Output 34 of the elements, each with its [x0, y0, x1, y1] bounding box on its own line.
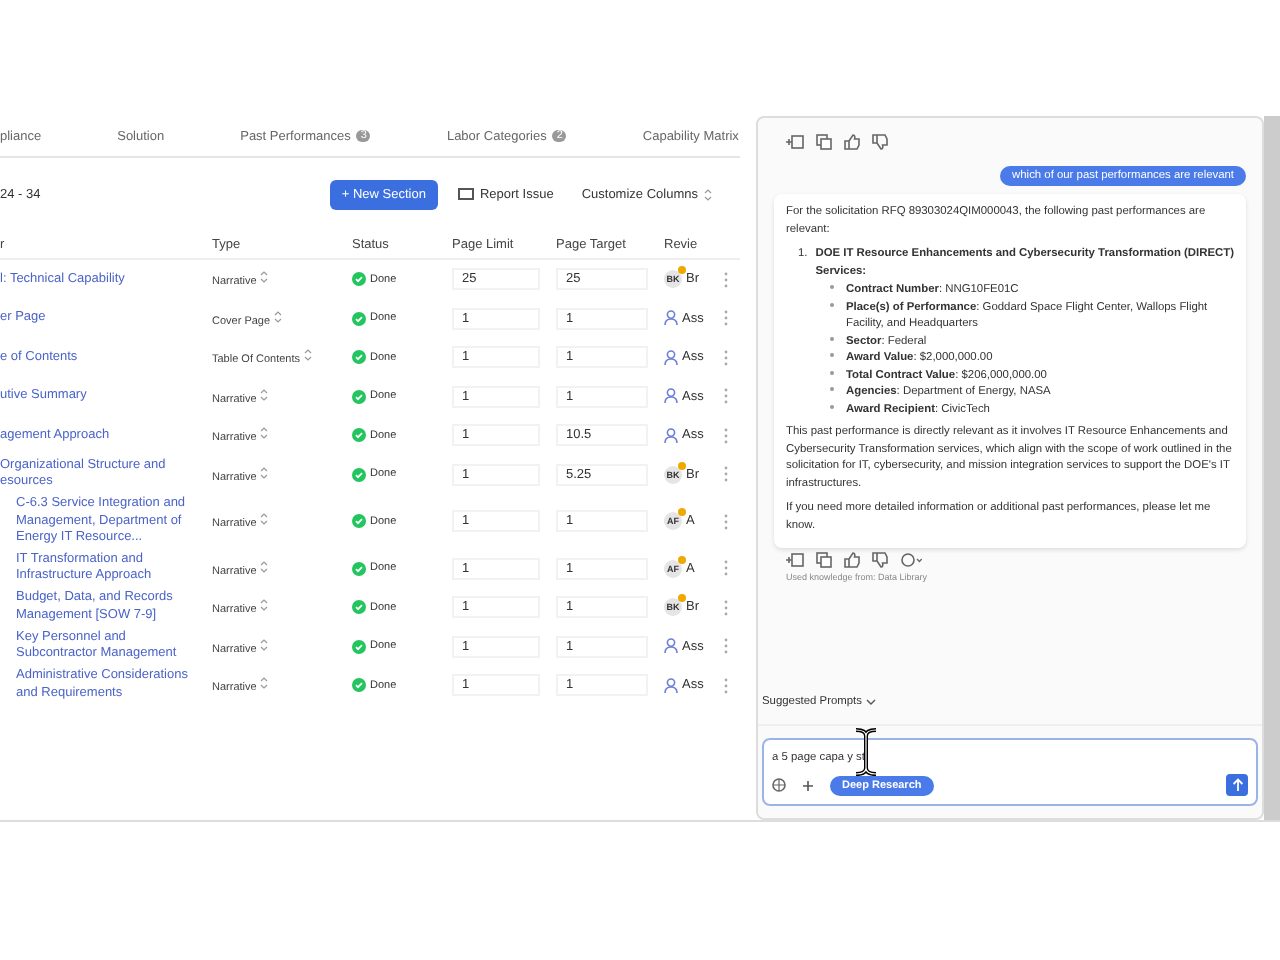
person-icon	[664, 638, 678, 655]
sort-icon	[303, 348, 312, 363]
sort-icon	[259, 512, 268, 527]
sort-icon	[259, 676, 268, 691]
sort-icon	[704, 187, 712, 201]
thumbs-up-icon[interactable]	[844, 134, 860, 150]
sort-icon	[259, 465, 268, 480]
add-icon[interactable]	[802, 779, 814, 791]
person-icon	[664, 349, 678, 366]
sort-icon	[259, 637, 268, 652]
chevron-down-icon[interactable]	[865, 698, 876, 706]
scrollbar[interactable]	[1264, 116, 1280, 820]
sort-icon	[259, 270, 268, 285]
add-note-icon[interactable]	[786, 134, 804, 150]
text-cursor-icon	[854, 728, 878, 776]
refresh-icon[interactable]	[900, 552, 922, 568]
sort-icon	[259, 387, 268, 402]
sort-icon	[259, 559, 268, 574]
copy-icon[interactable]	[816, 552, 832, 568]
thumbs-down-icon[interactable]	[872, 134, 888, 150]
sort-icon	[273, 309, 282, 324]
thumbs-up-icon[interactable]	[844, 552, 860, 568]
flag-icon	[457, 187, 474, 201]
globe-icon[interactable]	[772, 778, 786, 792]
sort-icon	[259, 598, 268, 613]
person-icon	[664, 427, 678, 444]
person-icon	[664, 388, 678, 405]
thumbs-down-icon[interactable]	[872, 552, 888, 568]
person-icon	[664, 310, 678, 327]
person-icon	[664, 677, 678, 694]
send-button[interactable]	[1226, 774, 1248, 796]
add-note-icon[interactable]	[786, 552, 804, 568]
copy-icon[interactable]	[816, 134, 832, 150]
sort-icon	[259, 426, 268, 441]
